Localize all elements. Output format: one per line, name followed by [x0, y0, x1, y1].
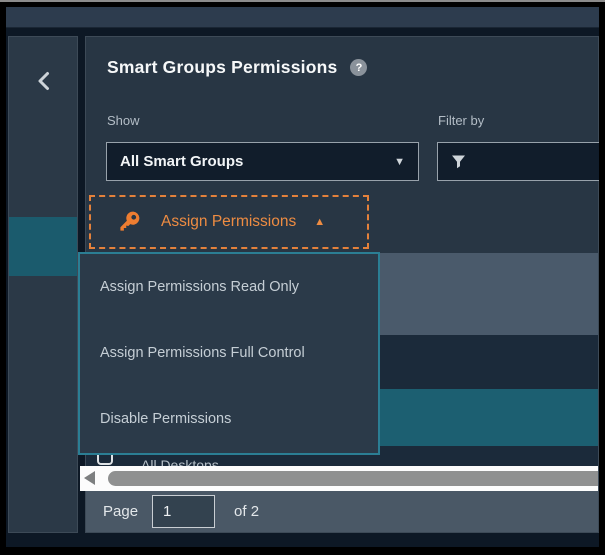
assign-permissions-label: Assign Permissions — [161, 213, 296, 231]
caret-down-icon: ▼ — [394, 156, 405, 168]
pagination-bar: Page of 2 — [86, 491, 598, 532]
sidebar-active-item[interactable] — [9, 217, 77, 276]
scrollbar-left-arrow-icon[interactable] — [84, 471, 95, 485]
assign-permissions-button[interactable]: Assign Permissions ▲ — [89, 195, 369, 249]
filter-by-input[interactable] — [437, 142, 599, 181]
show-select[interactable]: All Smart Groups ▼ — [106, 142, 419, 181]
app-window: Smart Groups Permissions ? Show All Smar… — [6, 7, 599, 547]
caret-up-icon: ▲ — [314, 216, 325, 228]
page-header: Smart Groups Permissions ? — [107, 57, 367, 78]
horizontal-scrollbar[interactable] — [80, 466, 598, 491]
scrollbar-thumb[interactable] — [108, 471, 598, 486]
window-top-edge — [0, 0, 605, 2]
filter-by-label: Filter by — [438, 113, 484, 128]
chevron-left-icon — [37, 71, 50, 91]
menu-item-read-only[interactable]: Assign Permissions Read Only — [80, 254, 378, 320]
funnel-icon — [451, 154, 466, 169]
left-sidebar — [8, 36, 78, 533]
top-navigation-bar — [6, 7, 599, 28]
page-number-input[interactable] — [152, 495, 215, 528]
show-label: Show — [107, 113, 140, 128]
menu-item-full-control[interactable]: Assign Permissions Full Control — [80, 320, 378, 386]
key-icon — [111, 204, 148, 241]
sidebar-collapse-button[interactable] — [9, 61, 77, 101]
page-total-label: of 2 — [234, 503, 259, 520]
show-select-value: All Smart Groups — [120, 153, 394, 170]
page-label: Page — [103, 503, 138, 520]
menu-item-disable[interactable]: Disable Permissions — [80, 386, 378, 452]
page-title: Smart Groups Permissions — [107, 57, 337, 78]
help-icon[interactable]: ? — [350, 59, 367, 76]
assign-permissions-menu: Assign Permissions Read Only Assign Perm… — [78, 252, 380, 455]
